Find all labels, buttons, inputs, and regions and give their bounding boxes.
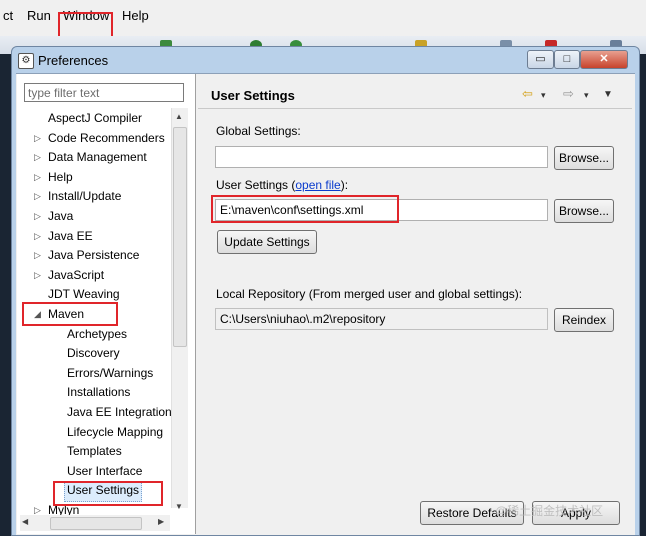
tree-item-data-management[interactable]: Data Management <box>48 148 147 167</box>
scroll-up-icon[interactable]: ▲ <box>175 112 183 121</box>
open-file-link[interactable]: open file <box>295 178 340 192</box>
expand-arrow-icon[interactable]: ▷ <box>34 172 41 183</box>
update-settings-button[interactable]: Update Settings <box>217 230 317 254</box>
expand-arrow-icon[interactable]: ▷ <box>34 191 41 202</box>
user-settings-label: User Settings (open file): <box>216 178 349 192</box>
menu-window[interactable]: Window <box>60 4 112 28</box>
menu-project[interactable]: ct <box>0 4 16 28</box>
local-repository-label: Local Repository (From merged user and g… <box>216 287 523 301</box>
maximize-button[interactable]: □ <box>554 50 580 69</box>
user-settings-field[interactable] <box>215 199 548 221</box>
global-settings-field[interactable] <box>215 146 548 168</box>
page-title: User Settings <box>211 88 295 103</box>
expand-arrow-icon[interactable]: ▷ <box>34 152 41 163</box>
expand-arrow-icon[interactable]: ▷ <box>34 270 41 281</box>
expand-arrow-icon[interactable]: ▷ <box>34 231 41 242</box>
filter-input[interactable] <box>24 83 184 102</box>
watermark: @稀土掘金技术社区 <box>495 504 604 518</box>
scroll-left-icon[interactable]: ◀ <box>22 517 28 526</box>
tree-item-aspectj-compiler[interactable]: AspectJ Compiler <box>48 109 142 128</box>
minimize-button[interactable]: ▭ <box>527 50 554 69</box>
back-menu-chevron-icon[interactable]: ▾ <box>541 90 546 101</box>
tree-item-maven[interactable]: Maven <box>48 305 84 324</box>
tree-item-java[interactable]: Java <box>48 207 73 226</box>
tree-item-lifecycle-mapping[interactable]: Lifecycle Mapping <box>67 423 163 442</box>
close-button[interactable]: ✕ <box>580 50 628 69</box>
back-icon[interactable]: ⇦ <box>522 86 533 102</box>
view-menu-icon[interactable]: ▼ <box>603 89 613 100</box>
reindex-button[interactable]: Reindex <box>554 308 614 332</box>
tree-item-user-settings[interactable]: User Settings <box>64 481 143 502</box>
tree-item-java-persistence[interactable]: Java Persistence <box>48 246 139 265</box>
title-separator <box>198 108 632 109</box>
global-settings-label: Global Settings: <box>216 124 301 138</box>
tree-item-help[interactable]: Help <box>48 168 73 187</box>
tree-item-user-interface[interactable]: User Interface <box>67 462 142 481</box>
minimize-icon: ▭ <box>535 53 546 65</box>
menu-help[interactable]: Help <box>119 4 152 28</box>
tree-item-jdt-weaving[interactable]: JDT Weaving <box>48 285 120 304</box>
close-icon: ✕ <box>599 53 609 65</box>
tree-item-templates[interactable]: Templates <box>67 442 122 461</box>
forward-menu-chevron-icon[interactable]: ▾ <box>584 90 589 101</box>
tree-item-java-ee-integration[interactable]: Java EE Integration <box>67 403 171 422</box>
expand-arrow-icon[interactable]: ▷ <box>34 250 41 261</box>
tree-item-errors-warnings[interactable]: Errors/Warnings <box>67 364 153 383</box>
expand-arrow-icon[interactable]: ▷ <box>34 133 41 144</box>
forward-icon[interactable]: ⇨ <box>563 86 574 102</box>
tree-item-installations[interactable]: Installations <box>67 383 130 402</box>
scroll-right-icon[interactable]: ▶ <box>158 517 164 526</box>
global-browse-button[interactable]: Browse... <box>554 146 614 170</box>
expand-arrow-icon[interactable]: ▷ <box>34 211 41 222</box>
eclipse-gear-icon: ⚙ <box>18 53 34 69</box>
menu-run[interactable]: Run <box>24 4 54 28</box>
maximize-icon: □ <box>563 53 571 65</box>
tree-item-java-ee[interactable]: Java EE <box>48 227 93 246</box>
tree-item-code-recommenders[interactable]: Code Recommenders <box>48 129 165 148</box>
scroll-down-icon[interactable]: ▼ <box>175 502 183 511</box>
tree-vertical-scroll-thumb[interactable] <box>173 127 187 347</box>
eclipse-menubar: ct Run Window Help <box>0 0 646 38</box>
tree-item-archetypes[interactable]: Archetypes <box>67 325 127 344</box>
user-browse-button[interactable]: Browse... <box>554 199 614 223</box>
local-repository-field <box>215 308 548 330</box>
tree-item-install-update[interactable]: Install/Update <box>48 187 121 206</box>
tree-item-discovery[interactable]: Discovery <box>67 344 120 363</box>
tree-item-javascript[interactable]: JavaScript <box>48 266 104 285</box>
tree-horizontal-scroll-thumb[interactable] <box>50 517 142 530</box>
dialog-title: Preferences <box>38 53 109 68</box>
collapse-arrow-icon[interactable]: ◢ <box>34 309 41 320</box>
